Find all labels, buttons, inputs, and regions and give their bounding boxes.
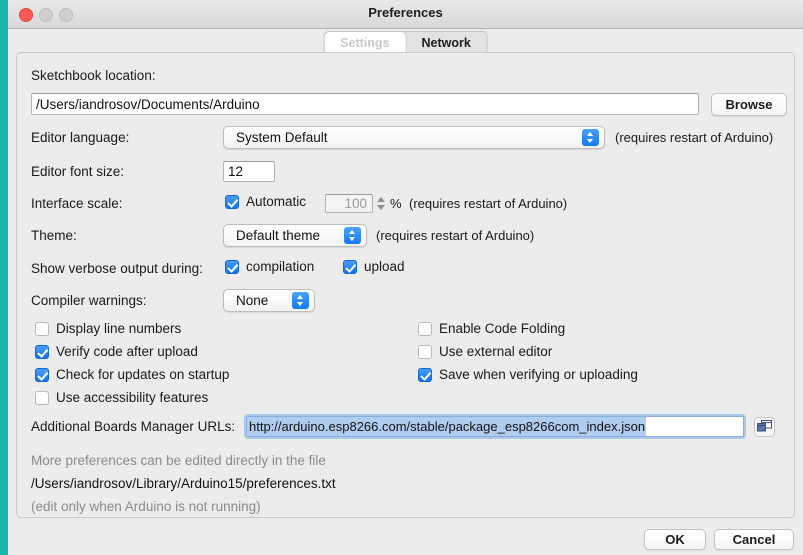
verbose-upload-checkbox[interactable]: upload xyxy=(343,259,405,274)
checkbox-box xyxy=(35,344,49,359)
verbose-compilation-label: compilation xyxy=(246,259,315,274)
ok-button[interactable]: OK xyxy=(644,529,706,550)
checkbox-box xyxy=(225,194,239,209)
use-accessibility-features-checkbox[interactable]: Use accessibility features xyxy=(35,390,208,405)
interface-scale-note: (requires restart of Arduino) xyxy=(409,196,568,211)
compiler-warnings-value: None xyxy=(236,293,269,308)
sketchbook-location-input[interactable]: /Users/iandrosov/Documents/Arduino xyxy=(31,93,699,115)
open-urls-editor-button[interactable] xyxy=(754,417,775,437)
theme-label: Theme: xyxy=(31,228,77,243)
preferences-file-path: /Users/iandrosov/Library/Arduino15/prefe… xyxy=(31,476,336,491)
use-external-editor-label: Use external editor xyxy=(439,344,553,359)
settings-panel: Sketchbook location: /Users/iandrosov/Do… xyxy=(16,52,795,518)
tab-settings[interactable]: Settings xyxy=(324,32,406,54)
theme-note: (requires restart of Arduino) xyxy=(376,228,535,243)
sketchbook-location-label: Sketchbook location: xyxy=(31,68,156,83)
checkbox-box xyxy=(418,321,432,336)
editor-language-label: Editor language: xyxy=(31,130,130,145)
compiler-warnings-select[interactable]: None xyxy=(223,289,315,312)
title-bar: Preferences xyxy=(8,0,803,29)
save-when-verifying-checkbox[interactable]: Save when verifying or uploading xyxy=(418,367,638,382)
chevron-updown-icon xyxy=(344,227,361,244)
checkbox-box xyxy=(35,367,49,382)
editor-language-value: System Default xyxy=(236,130,328,145)
checkbox-box xyxy=(35,390,49,405)
window-title: Preferences xyxy=(368,5,443,20)
save-when-verifying-label: Save when verifying or uploading xyxy=(439,367,638,382)
use-external-editor-checkbox[interactable]: Use external editor xyxy=(418,344,552,359)
display-line-numbers-label: Display line numbers xyxy=(56,321,182,336)
theme-select[interactable]: Default theme xyxy=(223,224,367,247)
stepper-down-icon[interactable] xyxy=(377,204,385,210)
stepper-up-icon[interactable] xyxy=(377,196,385,202)
tab-network[interactable]: Network xyxy=(405,32,486,54)
display-line-numbers-checkbox[interactable]: Display line numbers xyxy=(35,321,181,336)
check-for-updates-checkbox[interactable]: Check for updates on startup xyxy=(35,367,229,382)
interface-scale-stepper[interactable] xyxy=(374,192,388,214)
checkbox-box xyxy=(418,367,432,382)
preferences-window: Preferences Settings Network Sketchbook … xyxy=(8,0,803,555)
verify-code-after-upload-checkbox[interactable]: Verify code after upload xyxy=(35,344,198,359)
enable-code-folding-checkbox[interactable]: Enable Code Folding xyxy=(418,321,565,336)
use-accessibility-features-label: Use accessibility features xyxy=(56,390,209,405)
chevron-updown-icon xyxy=(582,129,599,146)
cancel-button[interactable]: Cancel xyxy=(714,529,794,550)
interface-scale-automatic-checkbox[interactable]: Automatic xyxy=(225,194,306,209)
interface-scale-value-input[interactable]: 100 xyxy=(325,194,373,213)
verbose-output-label: Show verbose output during: xyxy=(31,261,203,276)
editor-language-select[interactable]: System Default xyxy=(223,126,605,149)
boards-manager-urls-value: http://arduino.esp8266.com/stable/packag… xyxy=(247,417,647,436)
checkbox-box xyxy=(418,344,432,359)
verify-code-after-upload-label: Verify code after upload xyxy=(56,344,198,359)
enable-code-folding-label: Enable Code Folding xyxy=(439,321,566,336)
percent-label: % xyxy=(390,196,402,211)
boards-manager-urls-label: Additional Boards Manager URLs: xyxy=(31,419,236,434)
chevron-updown-icon xyxy=(292,292,309,309)
editor-font-size-label: Editor font size: xyxy=(31,164,125,179)
footer-hint-line1: More preferences can be edited directly … xyxy=(31,453,326,468)
editor-font-size-input[interactable]: 12 xyxy=(223,161,275,182)
browse-button[interactable]: Browse xyxy=(711,93,787,116)
theme-value: Default theme xyxy=(236,228,321,243)
windows-icon xyxy=(757,420,772,432)
checkbox-box xyxy=(225,259,239,274)
editor-language-note: (requires restart of Arduino) xyxy=(615,130,774,145)
checkbox-box xyxy=(35,321,49,336)
interface-scale-automatic-label: Automatic xyxy=(246,194,307,209)
footer-hint-line3: (edit only when Arduino is not running) xyxy=(31,499,261,514)
checkbox-box xyxy=(343,259,357,274)
boards-manager-urls-input[interactable]: http://arduino.esp8266.com/stable/packag… xyxy=(246,416,744,437)
interface-scale-label: Interface scale: xyxy=(31,196,123,211)
verbose-upload-label: upload xyxy=(364,259,405,274)
verbose-compilation-checkbox[interactable]: compilation xyxy=(225,259,314,274)
check-for-updates-label: Check for updates on startup xyxy=(56,367,230,382)
compiler-warnings-label: Compiler warnings: xyxy=(31,293,147,308)
